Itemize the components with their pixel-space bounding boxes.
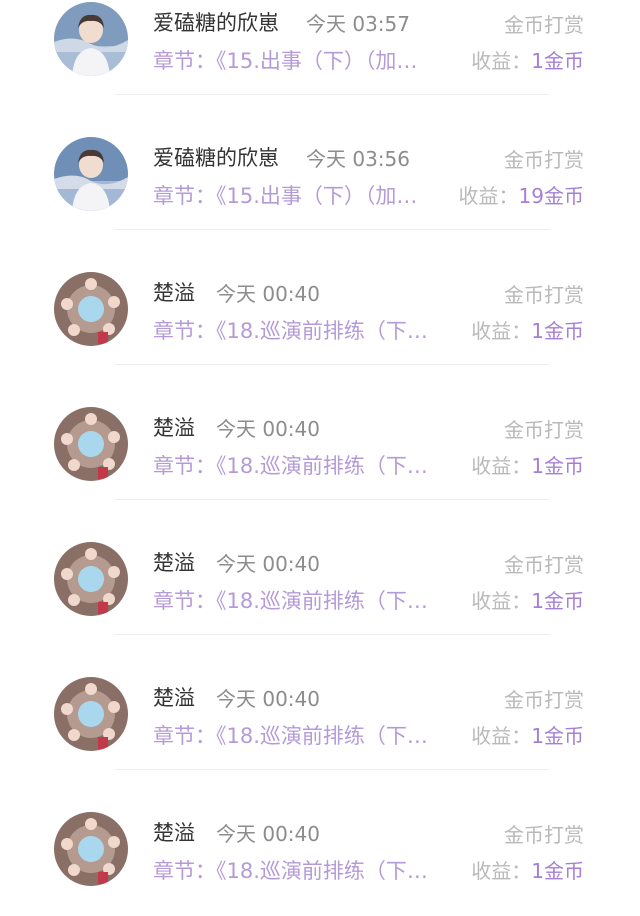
- user-name[interactable]: 爱磕糖的欣崽: [153, 7, 279, 37]
- reward-type: 金币打赏: [504, 553, 584, 577]
- row-divider: [115, 364, 550, 365]
- income: 收益：1金币: [471, 45, 584, 74]
- income: 收益：1金币: [471, 450, 584, 479]
- reward-type: 金币打赏: [504, 283, 584, 307]
- user-name[interactable]: 楚溢: [153, 277, 195, 307]
- row-divider: [115, 634, 550, 635]
- chapter-link[interactable]: 章节：《15.出事（下）（加…: [153, 45, 449, 75]
- reward-type: 金币打赏: [504, 418, 584, 442]
- user-avatar-group-icon[interactable]: [54, 407, 128, 481]
- row-divider: [115, 769, 550, 770]
- reward-type: 金币打赏: [504, 823, 584, 847]
- reward-record-row[interactable]: 爱磕糖的欣崽 今天 03:57 金币打赏 章节：《15.出事（下）（加… 收益：…: [0, 2, 640, 137]
- row-divider: [115, 499, 550, 500]
- reward-time: 今天 03:56: [306, 147, 410, 171]
- user-name[interactable]: 爱磕糖的欣崽: [153, 142, 279, 172]
- reward-record-row[interactable]: 楚溢 今天 00:40 金币打赏 章节：《18.巡演前排练（下… 收益：1金币: [0, 812, 640, 916]
- income-label: 收益：: [458, 184, 519, 208]
- reward-record-row[interactable]: 楚溢 今天 00:40 金币打赏 章节：《18.巡演前排练（下… 收益：1金币: [0, 542, 640, 677]
- reward-record-row[interactable]: 楚溢 今天 00:40 金币打赏 章节：《18.巡演前排练（下… 收益：1金币: [0, 407, 640, 542]
- user-avatar-group-icon[interactable]: [54, 677, 128, 751]
- reward-time: 今天 03:57: [306, 12, 410, 36]
- income: 收益：1金币: [471, 855, 584, 884]
- income: 收益：1金币: [471, 720, 584, 749]
- income-value: 1金币: [531, 319, 584, 343]
- chapter-link[interactable]: 章节：《18.巡演前排练（下…: [153, 585, 449, 615]
- income: 收益：1金币: [471, 315, 584, 344]
- reward-record-list: 爱磕糖的欣崽 今天 03:57 金币打赏 章节：《15.出事（下）（加… 收益：…: [0, 0, 640, 916]
- income-value: 1金币: [531, 724, 584, 748]
- income-value: 1金币: [531, 859, 584, 883]
- row-divider: [115, 94, 550, 95]
- user-avatar-boy-icon[interactable]: [54, 137, 128, 211]
- user-avatar-group-icon[interactable]: [54, 272, 128, 346]
- reward-type: 金币打赏: [504, 148, 584, 172]
- income-label: 收益：: [471, 319, 532, 343]
- reward-time: 今天 00:40: [216, 687, 320, 711]
- reward-time: 今天 00:40: [216, 282, 320, 306]
- chapter-link[interactable]: 章节：《18.巡演前排练（下…: [153, 720, 449, 750]
- user-name[interactable]: 楚溢: [153, 682, 195, 712]
- income-value: 1金币: [531, 49, 584, 73]
- user-avatar-boy-icon[interactable]: [54, 2, 128, 76]
- income-label: 收益：: [471, 589, 532, 613]
- chapter-link[interactable]: 章节：《15.出事（下）（加…: [153, 180, 449, 210]
- income-value: 1金币: [531, 454, 584, 478]
- user-name[interactable]: 楚溢: [153, 547, 195, 577]
- chapter-link[interactable]: 章节：《18.巡演前排练（下…: [153, 450, 449, 480]
- reward-record-row[interactable]: 爱磕糖的欣崽 今天 03:56 金币打赏 章节：《15.出事（下）（加… 收益：…: [0, 137, 640, 272]
- chapter-link[interactable]: 章节：《18.巡演前排练（下…: [153, 855, 449, 885]
- reward-time: 今天 00:40: [216, 417, 320, 441]
- income-value: 1金币: [531, 589, 584, 613]
- income-label: 收益：: [471, 49, 532, 73]
- income-label: 收益：: [471, 724, 532, 748]
- reward-type: 金币打赏: [504, 688, 584, 712]
- reward-record-row[interactable]: 楚溢 今天 00:40 金币打赏 章节：《18.巡演前排练（下… 收益：1金币: [0, 272, 640, 407]
- row-divider: [115, 229, 550, 230]
- chapter-link[interactable]: 章节：《18.巡演前排练（下…: [153, 315, 449, 345]
- income: 收益：19金币: [459, 180, 584, 209]
- user-name[interactable]: 楚溢: [153, 817, 195, 847]
- user-avatar-group-icon[interactable]: [54, 542, 128, 616]
- user-name[interactable]: 楚溢: [153, 412, 195, 442]
- user-avatar-group-icon[interactable]: [54, 812, 128, 886]
- income-label: 收益：: [471, 454, 532, 478]
- reward-time: 今天 00:40: [216, 822, 320, 846]
- income: 收益：1金币: [471, 585, 584, 614]
- reward-time: 今天 00:40: [216, 552, 320, 576]
- reward-type: 金币打赏: [504, 13, 584, 37]
- income-value: 19金币: [518, 184, 584, 208]
- reward-record-row[interactable]: 楚溢 今天 00:40 金币打赏 章节：《18.巡演前排练（下… 收益：1金币: [0, 677, 640, 812]
- income-label: 收益：: [471, 859, 532, 883]
